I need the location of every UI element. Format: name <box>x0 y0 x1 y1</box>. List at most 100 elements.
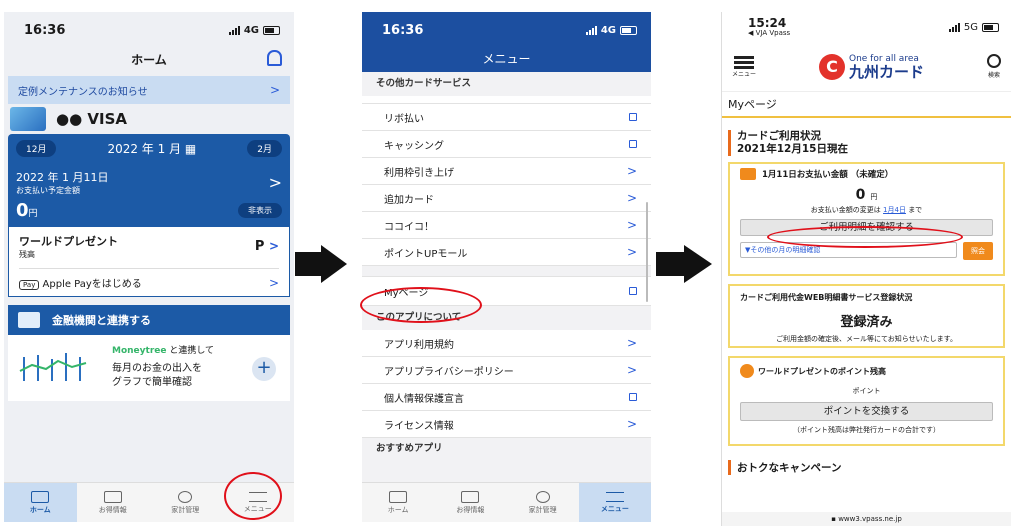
maintenance-notice[interactable]: 定例メンテナンスのお知らせ > <box>8 76 290 104</box>
web-status: 登録済み <box>840 315 893 330</box>
tab-bar: ホーム お得情報 家計管理 メニュー <box>362 482 651 522</box>
home-icon <box>389 490 408 503</box>
status-time: 16:36 <box>24 22 66 38</box>
url-bar[interactable]: ▪ www3.vpass.ne.jp <box>722 512 1011 526</box>
fin-desc-1: 毎月のお金の出入を <box>112 363 202 374</box>
menu-item-license[interactable]: ライセンス情報 > <box>362 411 651 438</box>
hide-button[interactable]: 非表示 <box>238 203 282 218</box>
back-to-app-link[interactable]: ◀ VJA Vpass <box>748 29 790 37</box>
status-bar: 15:24 ◀ VJA Vpass 5G <box>722 12 1011 42</box>
current-month[interactable]: 2022 年 1 月 ▦ <box>107 140 196 157</box>
gift-icon <box>461 490 480 503</box>
network-label: 4G <box>243 24 259 36</box>
highlight-circle <box>767 226 963 248</box>
status-time: 15:24 <box>748 16 787 30</box>
external-link-icon <box>629 287 637 295</box>
page-title: Myページ <box>722 92 1011 118</box>
pay-label: お支払い予定金額 <box>16 186 80 195</box>
points-box: ワールドプレゼントのポイント残高 ポイント ポイントを交換する （ポイント残高は… <box>728 356 1005 446</box>
chevron-right-icon: > <box>626 336 637 350</box>
card-image <box>10 107 46 131</box>
page-title: メニュー <box>482 52 531 66</box>
next-month-button[interactable]: 2月 <box>247 140 282 157</box>
add-icon[interactable]: + <box>252 357 276 381</box>
tab-budget[interactable]: 家計管理 <box>507 483 579 522</box>
bank-link-header[interactable]: 金融機関と連携する <box>8 305 290 335</box>
points-row[interactable]: ワールドプレゼント 残高 P > <box>19 233 279 260</box>
hamburger-icon <box>605 491 624 502</box>
menu-item-revolving[interactable]: リボ払い <box>362 104 651 131</box>
search-button[interactable]: 検索 <box>987 54 1001 79</box>
chart-icon <box>19 353 87 381</box>
payment-summary[interactable]: 2022 年 1 月11日 お支払い予定金額 > <box>16 169 282 196</box>
points-unit: P <box>254 239 265 254</box>
prev-month-button[interactable]: 12月 <box>16 140 57 157</box>
battery-icon <box>620 25 637 35</box>
tab-deals[interactable]: お得情報 <box>77 483 150 522</box>
point-note: （ポイント残高は弊社発行カードの合計です） <box>793 426 940 434</box>
brand-icon: C <box>819 53 845 80</box>
signal-icon <box>228 25 240 35</box>
menu-button[interactable]: メニュー <box>732 55 756 78</box>
section-header: おすすめアプリ <box>376 443 443 454</box>
payment-box: 1月11日お支払い金額 （未確定） 0 円 お支払い金額の変更は 1月4日 まで… <box>728 162 1005 276</box>
tab-budget[interactable]: 家計管理 <box>149 483 222 522</box>
fin-desc-2: グラフで簡単確認 <box>112 377 192 388</box>
menu-item-terms[interactable]: アプリ利用規約 > <box>362 330 651 357</box>
signal-icon <box>585 25 597 35</box>
menu-item-point-up-mall[interactable]: ポイントUPモール > <box>362 239 651 266</box>
chevron-right-icon: > <box>626 363 637 377</box>
usage-heading: カードご利用状況 2021年12月15日現在 <box>728 130 1005 156</box>
external-link-icon <box>629 140 637 148</box>
search-icon <box>987 54 1001 68</box>
moneytree-panel[interactable]: Moneytree と連携して 毎月のお金の出入を グラフで簡単確認 + <box>8 335 290 401</box>
card-selector[interactable]: ●● VISA <box>4 104 294 134</box>
menu-item-privacy-declaration[interactable]: 個人情報保護宣言 <box>362 384 651 411</box>
menu-item-additional-card[interactable]: 追加カード > <box>362 185 651 212</box>
battery-icon <box>982 22 999 32</box>
change-deadline-link[interactable]: 1月4日 <box>883 206 906 214</box>
hamburger-icon <box>734 55 754 69</box>
web-note: ご利用金額の確定後、メール等にてお知らせいたします。 <box>776 335 957 343</box>
site-header: メニュー C One for all area 九州カード 検索 <box>722 42 1011 92</box>
phone-menu-screen: 16:36 4G メニュー その他カードサービス リボ払い キャッシング 利用枠… <box>362 12 651 522</box>
exchange-points-button[interactable]: ポイントを交換する <box>740 402 993 421</box>
point-label: ポイント <box>852 387 881 395</box>
highlight-circle <box>224 472 282 520</box>
home-icon <box>31 490 50 503</box>
status-time: 16:36 <box>382 22 424 38</box>
web-statement-box: カードご利用代金WEB明細書サービス登録状況 登録済み ご利用金額の確定後、メー… <box>728 284 1005 348</box>
network-label: 4G <box>600 24 616 36</box>
menu-item-cocoiko[interactable]: ココイコ！ > <box>362 212 651 239</box>
chevron-right-icon: > <box>626 245 637 259</box>
wallet-icon <box>740 168 756 180</box>
balance-label: 残高 <box>19 250 35 259</box>
tab-deals[interactable]: お得情報 <box>434 483 506 522</box>
pay-date: 2022 年 1 月11日 <box>16 171 109 184</box>
chevron-right-icon: > <box>268 239 279 253</box>
moneytree-label: Moneytree <box>112 346 167 356</box>
phone-home-screen: 16:36 4G ホーム 定例メンテナンスのお知らせ > ●● VISA 12月 … <box>4 12 294 522</box>
network-label: 5G <box>963 21 978 33</box>
section-header: その他カードサービス <box>376 78 472 89</box>
inquiry-button[interactable]: 照会 <box>963 242 993 260</box>
apple-pay-row[interactable]: Pay Apple Payをはじめる > <box>19 268 279 290</box>
web-title: カードご利用代金WEB明細書サービス登録状況 <box>740 293 913 302</box>
menu-item-cashing[interactable]: キャッシング <box>362 131 651 158</box>
pay-amount: 0 <box>855 187 866 203</box>
status-bar: 16:36 4G <box>362 12 651 48</box>
menu-item-limit-increase[interactable]: 利用枠引き上げ > <box>362 158 651 185</box>
bell-icon[interactable] <box>267 50 282 66</box>
tab-home[interactable]: ホーム <box>362 483 434 522</box>
tab-menu[interactable]: メニュー <box>578 483 651 522</box>
tab-home[interactable]: ホーム <box>4 483 77 522</box>
external-link-icon <box>629 393 637 401</box>
chevron-right-icon: > <box>626 417 637 431</box>
calendar-icon: ▦ <box>184 142 197 156</box>
billing-panel: 12月 2022 年 1 月 ▦ 2月 2022 年 1 月11日お支払い予定金… <box>8 134 290 227</box>
chevron-right-icon: > <box>626 191 637 205</box>
menu-item-privacy-policy[interactable]: アプリプライバシーポリシー > <box>362 357 651 384</box>
scrollbar[interactable] <box>646 202 648 302</box>
coin-icon <box>740 364 754 378</box>
brand-logo[interactable]: C One for all area 九州カード <box>819 53 924 80</box>
